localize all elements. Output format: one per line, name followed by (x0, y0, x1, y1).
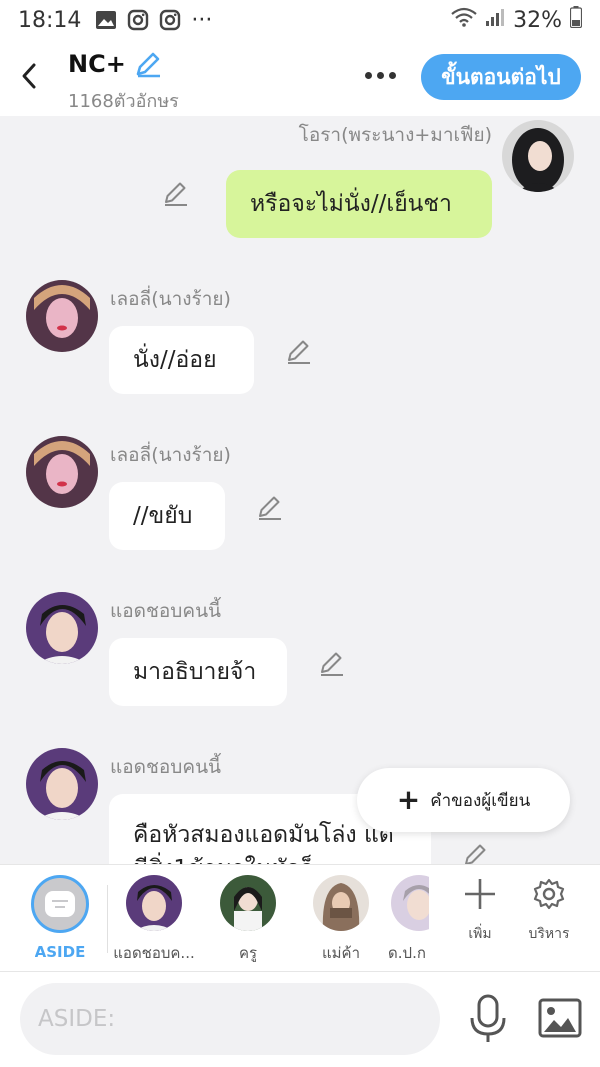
character-label: ASIDE (34, 943, 86, 961)
character-aside[interactable]: ASIDE (15, 875, 105, 961)
microphone-icon[interactable] (466, 994, 510, 1044)
message-sender: แอดชอบคนนี้ (110, 600, 222, 622)
edit-message-icon[interactable] (285, 338, 313, 366)
next-step-button[interactable]: ขั้นตอนต่อไป (421, 54, 581, 100)
chat-area[interactable]: โอรา(พระนาง+มาเฟีย) หรือจะไม่นั่ง//เย็นช… (0, 116, 600, 864)
more-dot-icon (388, 71, 396, 79)
more-notifications-icon: ··· (191, 7, 213, 33)
signal-icon (485, 7, 505, 33)
chat-title: NC+ (68, 50, 126, 78)
edit-message-icon[interactable] (162, 180, 190, 208)
composer (0, 972, 600, 1067)
edit-message-icon[interactable] (318, 650, 346, 678)
message-sender: เลอลี่(นางร้าย) (110, 444, 231, 466)
character-label: แม่ค้า (321, 944, 360, 962)
message-sender: โอรา(พระนาง+มาเฟีย) (298, 124, 492, 146)
avatar[interactable] (26, 592, 98, 664)
avatar (220, 875, 276, 931)
avatar (126, 875, 182, 931)
message-sender: แอดชอบคนนี้ (110, 756, 222, 778)
avatar[interactable] (26, 280, 98, 352)
character-label: แอดชอบค... (113, 944, 195, 962)
character-selector: ASIDE แอดชอบค... ครู แม่ค้า ด.ป.ก เพิ่ม … (0, 864, 600, 972)
instagram-notification-icon-2 (159, 9, 181, 31)
author-note-button[interactable]: + คำของผู้เขียน (357, 768, 570, 832)
plus-icon (465, 879, 495, 909)
message-sender: เลอลี่(นางร้าย) (110, 288, 231, 310)
character-item[interactable]: ครู (203, 875, 293, 965)
more-options-button[interactable] (360, 60, 400, 90)
more-dot-icon (376, 71, 384, 79)
message-bubble[interactable]: นั่ง//อ่อย (109, 326, 254, 394)
status-bar: 18:14 ··· 32% (0, 0, 600, 40)
instagram-notification-icon (127, 9, 149, 31)
plus-icon: + (396, 783, 421, 816)
battery-level: 32% (513, 7, 562, 33)
character-item[interactable]: ด.ป.ก (385, 875, 429, 965)
avatar (391, 875, 429, 931)
battery-icon (569, 6, 583, 34)
character-label: ครู (238, 944, 258, 962)
edit-title-icon[interactable] (134, 50, 162, 78)
manage-label: บริหาร (528, 926, 570, 942)
character-count: 1168ตัวอักษร (68, 91, 179, 112)
add-label: เพิ่ม (468, 926, 492, 942)
image-icon[interactable] (538, 998, 582, 1038)
top-header: NC+ 1168ตัวอักษร ขั้นตอนต่อไป (0, 40, 600, 116)
divider (107, 885, 108, 953)
gear-icon (533, 878, 565, 910)
more-dot-icon (364, 71, 372, 79)
character-label: ด.ป.ก (388, 944, 426, 962)
edit-message-icon[interactable] (462, 842, 490, 864)
author-note-label: คำของผู้เขียน (430, 790, 531, 811)
message-bubble[interactable]: หรือจะไม่นั่ง//เย็นชา (226, 170, 492, 238)
back-button[interactable] (14, 58, 44, 94)
status-time: 18:14 (18, 7, 82, 33)
aside-icon (31, 875, 89, 933)
avatar (313, 875, 369, 931)
avatar[interactable] (26, 436, 98, 508)
wifi-icon (451, 7, 477, 33)
avatar[interactable] (502, 120, 574, 192)
manage-button[interactable]: บริหาร (514, 877, 584, 945)
add-character-button[interactable]: เพิ่ม (445, 877, 515, 945)
message-bubble[interactable]: มาอธิบายจ้า (109, 638, 287, 706)
avatar[interactable] (26, 748, 98, 820)
chevron-left-icon (22, 63, 36, 89)
character-item[interactable]: แม่ค้า (296, 875, 386, 965)
message-bubble[interactable]: //ขยับ (109, 482, 225, 550)
edit-message-icon[interactable] (256, 494, 284, 522)
character-item[interactable]: แอดชอบค... (109, 875, 199, 965)
gallery-notification-icon (95, 10, 117, 30)
page-title: NC+ (68, 50, 162, 78)
message-input[interactable] (20, 983, 440, 1055)
